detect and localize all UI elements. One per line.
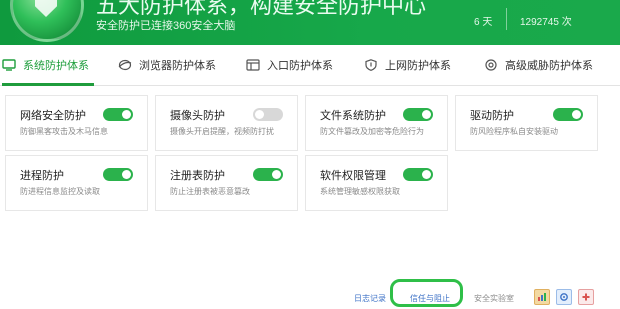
highlight-circle [390, 279, 463, 307]
card-desc: 摄像头开启提醒，视频防打扰 [170, 127, 274, 136]
card-registry-protection: 注册表防护 防止注册表被恶意篡改 [155, 155, 298, 211]
card-desc: 防文件篡改及加密等危险行为 [320, 127, 424, 136]
security-lab-link[interactable]: 安全实验室 [474, 293, 514, 304]
toggle-knob [255, 110, 264, 119]
shield-icon [364, 59, 378, 71]
toggle-knob [422, 110, 431, 119]
card-desc: 防御黑客攻击及木马信息 [20, 127, 108, 136]
shield-logo-icon [35, 0, 57, 17]
toggle-knob [272, 170, 281, 179]
card-title: 文件系统防护 [320, 110, 386, 122]
card-title: 软件权限管理 [320, 170, 386, 182]
target-icon [484, 59, 498, 71]
tab-label: 高级威胁防护体系 [505, 60, 593, 72]
card-process-protection: 进程防护 防进程信息监控及读取 [5, 155, 148, 211]
medical-icon[interactable] [578, 289, 594, 305]
tab-label: 上网防护体系 [385, 60, 451, 72]
card-driver-protection: 驱动防护 防风险程序私自安装驱动 [455, 95, 598, 151]
toggle-knob [122, 170, 131, 179]
tab-label: 入口防护体系 [267, 60, 333, 72]
card-title: 进程防护 [20, 170, 64, 182]
card-desc: 防止注册表被恶意篡改 [170, 187, 250, 196]
toggle-switch[interactable] [103, 168, 133, 181]
tab-entrance-protection[interactable]: 入口防护体系 [246, 45, 333, 85]
toggle-switch[interactable] [403, 108, 433, 121]
chart-icon[interactable] [534, 289, 550, 305]
card-desc: 防风险程序私自安装驱动 [470, 127, 558, 136]
monitor-icon [2, 59, 16, 71]
toggle-switch[interactable] [553, 108, 583, 121]
settings-icon[interactable] [556, 289, 572, 305]
entrance-icon [246, 59, 260, 71]
toggle-knob [122, 110, 131, 119]
tab-advanced-threat-protection[interactable]: 高级威胁防护体系 [484, 45, 593, 85]
card-network-security: 网络安全防护 防御黑客攻击及木马信息 [5, 95, 148, 151]
header-banner: 五大防护体系，构建安全防护中心 安全防护已连接360安全大脑 6 天 12927… [0, 0, 620, 45]
tab-internet-protection[interactable]: 上网防护体系 [364, 45, 451, 85]
card-file-system-protection: 文件系统防护 防文件篡改及加密等危险行为 [305, 95, 448, 151]
card-desc: 防进程信息监控及读取 [20, 187, 100, 196]
tab-label: 浏览器防护体系 [139, 60, 216, 72]
header-subtitle: 安全防护已连接360安全大脑 [96, 20, 236, 32]
toggle-switch[interactable] [403, 168, 433, 181]
card-software-permission: 软件权限管理 系统管理敏感权限获取 [305, 155, 448, 211]
log-record-link[interactable]: 日志记录 [354, 293, 386, 304]
card-title: 网络安全防护 [20, 110, 86, 122]
tab-label: 系统防护体系 [23, 60, 89, 72]
toggle-switch[interactable] [103, 108, 133, 121]
toggle-switch[interactable] [253, 108, 283, 121]
toggle-knob [422, 170, 431, 179]
browser-icon [118, 59, 132, 71]
protection-tabs: 系统防护体系 浏览器防护体系 入口防护体系 上网防护体系 高级威胁防护体系 [0, 45, 620, 86]
card-desc: 系统管理敏感权限获取 [320, 187, 400, 196]
card-title: 摄像头防护 [170, 110, 225, 122]
stat-divider [506, 8, 507, 30]
protection-days: 6 天 [474, 17, 493, 28]
card-title: 注册表防护 [170, 170, 225, 182]
card-title: 驱动防护 [470, 110, 514, 122]
toggle-knob [572, 110, 581, 119]
tab-system-protection[interactable]: 系统防护体系 [2, 45, 94, 86]
toggle-switch[interactable] [253, 168, 283, 181]
360-logo [10, 0, 84, 42]
card-camera-protection: 摄像头防护 摄像头开启提醒，视频防打扰 [155, 95, 298, 151]
interception-count: 1292745 次 [520, 17, 572, 28]
tab-browser-protection[interactable]: 浏览器防护体系 [118, 45, 216, 85]
